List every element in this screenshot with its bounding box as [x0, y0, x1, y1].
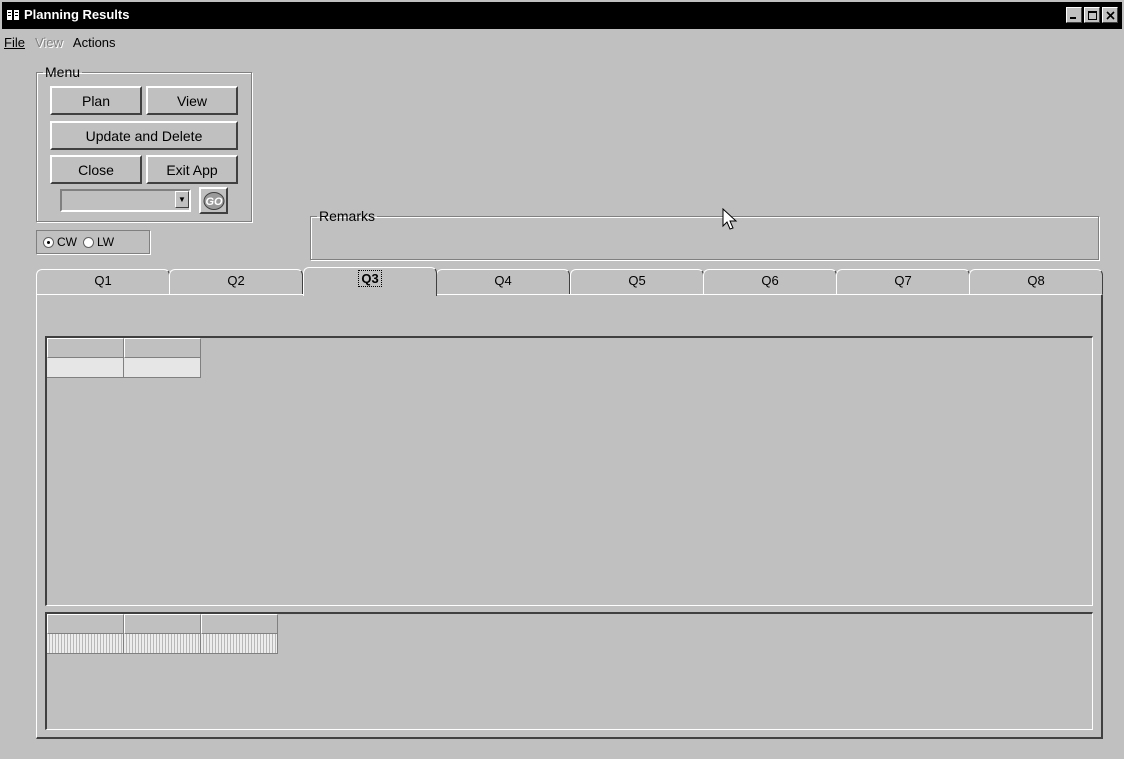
close-icon[interactable] — [1102, 7, 1118, 23]
maximize-icon[interactable] — [1084, 7, 1100, 23]
radio-selected-icon — [43, 236, 54, 248]
grid-header-cell[interactable] — [124, 338, 201, 358]
svg-text:GO: GO — [205, 196, 223, 208]
plan-button[interactable]: Plan — [50, 86, 142, 115]
window-title: Planning Results — [24, 7, 130, 22]
grid-cell[interactable] — [47, 634, 124, 654]
go-icon: GO — [203, 191, 224, 210]
tab-q8[interactable]: Q8 — [969, 269, 1103, 294]
minimize-icon[interactable] — [1066, 7, 1082, 23]
update-delete-button[interactable]: Update and Delete — [50, 121, 238, 150]
menu-actions[interactable]: Actions — [73, 35, 116, 53]
tab-q1[interactable]: Q1 — [36, 269, 170, 294]
week-radio-group: CW LW — [36, 230, 150, 254]
grid-cell[interactable] — [124, 634, 201, 654]
go-button[interactable]: GO — [199, 187, 228, 214]
title-bar[interactable]: Planning Results — [2, 2, 1122, 29]
upper-data-grid[interactable] — [45, 336, 1093, 606]
window-controls — [1066, 7, 1118, 23]
menu-view[interactable]: View — [35, 35, 63, 53]
lw-label: LW — [97, 235, 115, 249]
tab-q3[interactable]: Q3 — [303, 267, 437, 296]
grid-cell[interactable] — [124, 358, 201, 378]
grid-cell[interactable] — [201, 634, 278, 654]
tab-q6[interactable]: Q6 — [703, 269, 837, 294]
remarks-group: Remarks — [310, 208, 1099, 260]
planning-results-window: Planning Results File View Actions Menu … — [0, 0, 1124, 759]
tab-q7[interactable]: Q7 — [836, 269, 970, 294]
quarter-tab-strip: Q1 Q2 Q3 Q4 Q5 Q6 Q7 Q8 — [36, 267, 1103, 296]
cw-label: CW — [57, 235, 77, 249]
grid-header-cell[interactable] — [47, 338, 124, 358]
menu-group-legend: Menu — [45, 64, 81, 80]
grid-header-cell[interactable] — [47, 614, 124, 634]
exit-app-button[interactable]: Exit App — [146, 155, 238, 184]
view-button[interactable]: View — [146, 86, 238, 115]
remarks-legend: Remarks — [319, 208, 376, 224]
tab-q3-label: Q3 — [358, 270, 382, 287]
close-button[interactable]: Close — [50, 155, 142, 184]
selection-combo[interactable]: ▼ — [60, 189, 191, 212]
lower-data-grid[interactable] — [45, 612, 1093, 730]
grid-header-cell[interactable] — [201, 614, 278, 634]
lw-radio[interactable]: LW — [83, 235, 114, 249]
tab-q4[interactable]: Q4 — [436, 269, 570, 294]
app-icon — [7, 10, 19, 20]
tab-q2[interactable]: Q2 — [169, 269, 303, 294]
radio-empty-icon — [83, 236, 94, 248]
tab-q5[interactable]: Q5 — [570, 269, 704, 294]
chevron-down-icon[interactable]: ▼ — [175, 191, 189, 208]
menu-bar: File View Actions — [4, 35, 116, 53]
grid-header-cell[interactable] — [124, 614, 201, 634]
mouse-pointer-icon — [722, 208, 738, 230]
grid-cell[interactable] — [47, 358, 124, 378]
menu-file[interactable]: File — [4, 35, 25, 53]
cw-radio[interactable]: CW — [43, 235, 77, 249]
